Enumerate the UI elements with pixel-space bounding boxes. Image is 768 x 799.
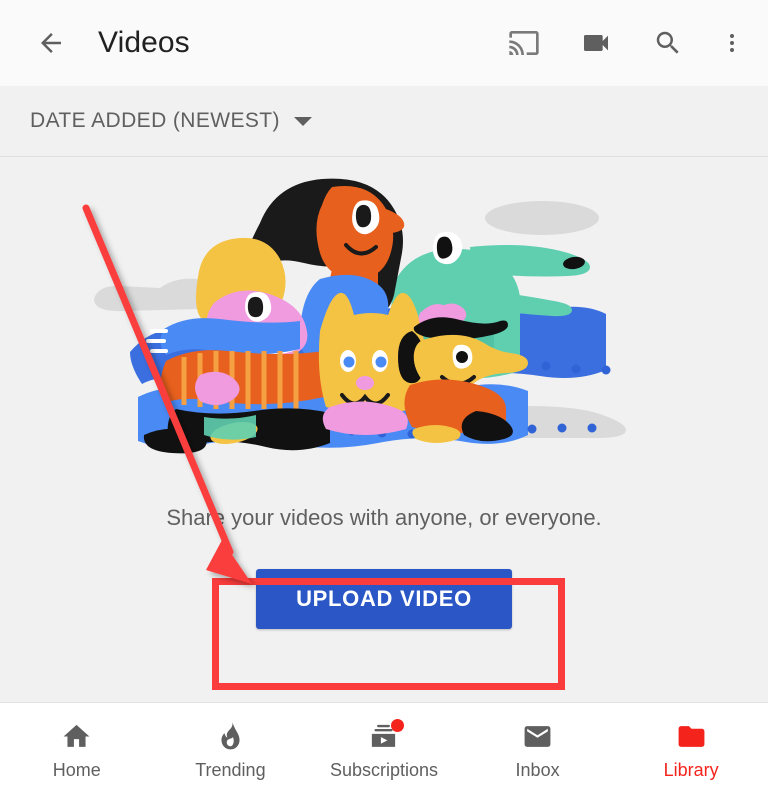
upload-video-button[interactable]: UPLOAD VIDEO: [256, 569, 512, 629]
nav-item-trending[interactable]: Trending: [154, 703, 308, 799]
nav-label-inbox: Inbox: [515, 760, 560, 780]
back-button[interactable]: [28, 20, 74, 66]
sort-bar: DATE ADDED (NEWEST): [0, 86, 768, 157]
folder-icon: [674, 721, 708, 751]
home-icon: [60, 721, 94, 751]
nav-item-inbox[interactable]: Inbox: [461, 703, 615, 799]
search-button[interactable]: [646, 21, 690, 65]
videos-empty-illustration: [94, 178, 626, 454]
appbar-actions: [502, 21, 746, 65]
sort-label: DATE ADDED (NEWEST): [30, 109, 280, 132]
empty-state-body: Share your videos with anyone, or everyo…: [0, 157, 768, 702]
page-title: Videos: [98, 26, 190, 59]
nav-label-home: Home: [52, 760, 101, 780]
nav-item-subscriptions[interactable]: Subscriptions: [307, 703, 461, 799]
nav-item-home[interactable]: Home: [0, 703, 154, 799]
create-video-button[interactable]: [574, 21, 618, 65]
search-icon: [656, 31, 679, 54]
empty-state-message: Share your videos with anyone, or everyo…: [166, 505, 602, 530]
nav-item-library[interactable]: Library: [614, 703, 768, 799]
cast-button[interactable]: [502, 21, 546, 65]
bottom-navigation: Home Trending Subscriptions Inbox Librar…: [0, 702, 768, 799]
nav-label-trending: Trending: [195, 760, 266, 780]
app-bar: Videos: [0, 0, 768, 86]
cast-icon: [509, 31, 539, 55]
nav-label-library: Library: [663, 760, 719, 780]
youtube-library-videos-screen: Videos DATE ADDED (NEWEST) Share your vi…: [0, 0, 768, 799]
subscriptions-badge: [390, 719, 404, 732]
sort-dropdown[interactable]: DATE ADDED (NEWEST): [30, 109, 312, 133]
nav-label-subscriptions: Subscriptions: [329, 760, 439, 780]
arrow-back-icon: [41, 33, 61, 53]
chevron-down-icon: [293, 116, 312, 126]
video-camera-icon: [584, 35, 608, 51]
subscriptions-icon: [367, 719, 404, 751]
pink-face-character: [143, 237, 330, 454]
envelope-icon: [521, 721, 555, 751]
more-vert-icon: [730, 34, 734, 52]
flame-icon: [213, 721, 247, 751]
overflow-menu-button[interactable]: [718, 21, 746, 65]
